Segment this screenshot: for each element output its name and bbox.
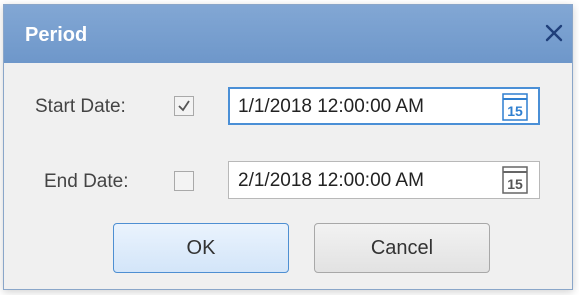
start-date-checkbox[interactable]: [174, 96, 194, 116]
end-date-calendar-day: 15: [507, 176, 523, 192]
end-date-value[interactable]: 2/1/2018 12:00:00 AM: [238, 170, 424, 192]
end-date-checkbox[interactable]: [174, 171, 194, 191]
start-date-calendar-button[interactable]: 15: [502, 93, 528, 121]
close-icon: [545, 24, 563, 42]
ok-button[interactable]: OK: [113, 223, 289, 273]
end-date-calendar-button[interactable]: 15: [502, 166, 528, 194]
period-dialog: Period Start Date: 1/1/2018 12:00:00 AM …: [3, 4, 573, 290]
checkmark-icon: [178, 100, 190, 112]
close-button[interactable]: [541, 20, 567, 46]
start-date-value[interactable]: 1/1/2018 12:00:00 AM: [238, 96, 424, 118]
title-bar[interactable]: Period: [4, 5, 572, 63]
start-date-field[interactable]: 1/1/2018 12:00:00 AM 15: [228, 87, 540, 125]
start-date-calendar-day: 15: [507, 103, 523, 119]
end-date-field[interactable]: 2/1/2018 12:00:00 AM 15: [228, 161, 540, 199]
cancel-button[interactable]: Cancel: [314, 223, 490, 273]
start-date-label: Start Date:: [35, 96, 126, 117]
end-date-label: End Date:: [44, 171, 129, 192]
dialog-title: Period: [25, 24, 88, 46]
